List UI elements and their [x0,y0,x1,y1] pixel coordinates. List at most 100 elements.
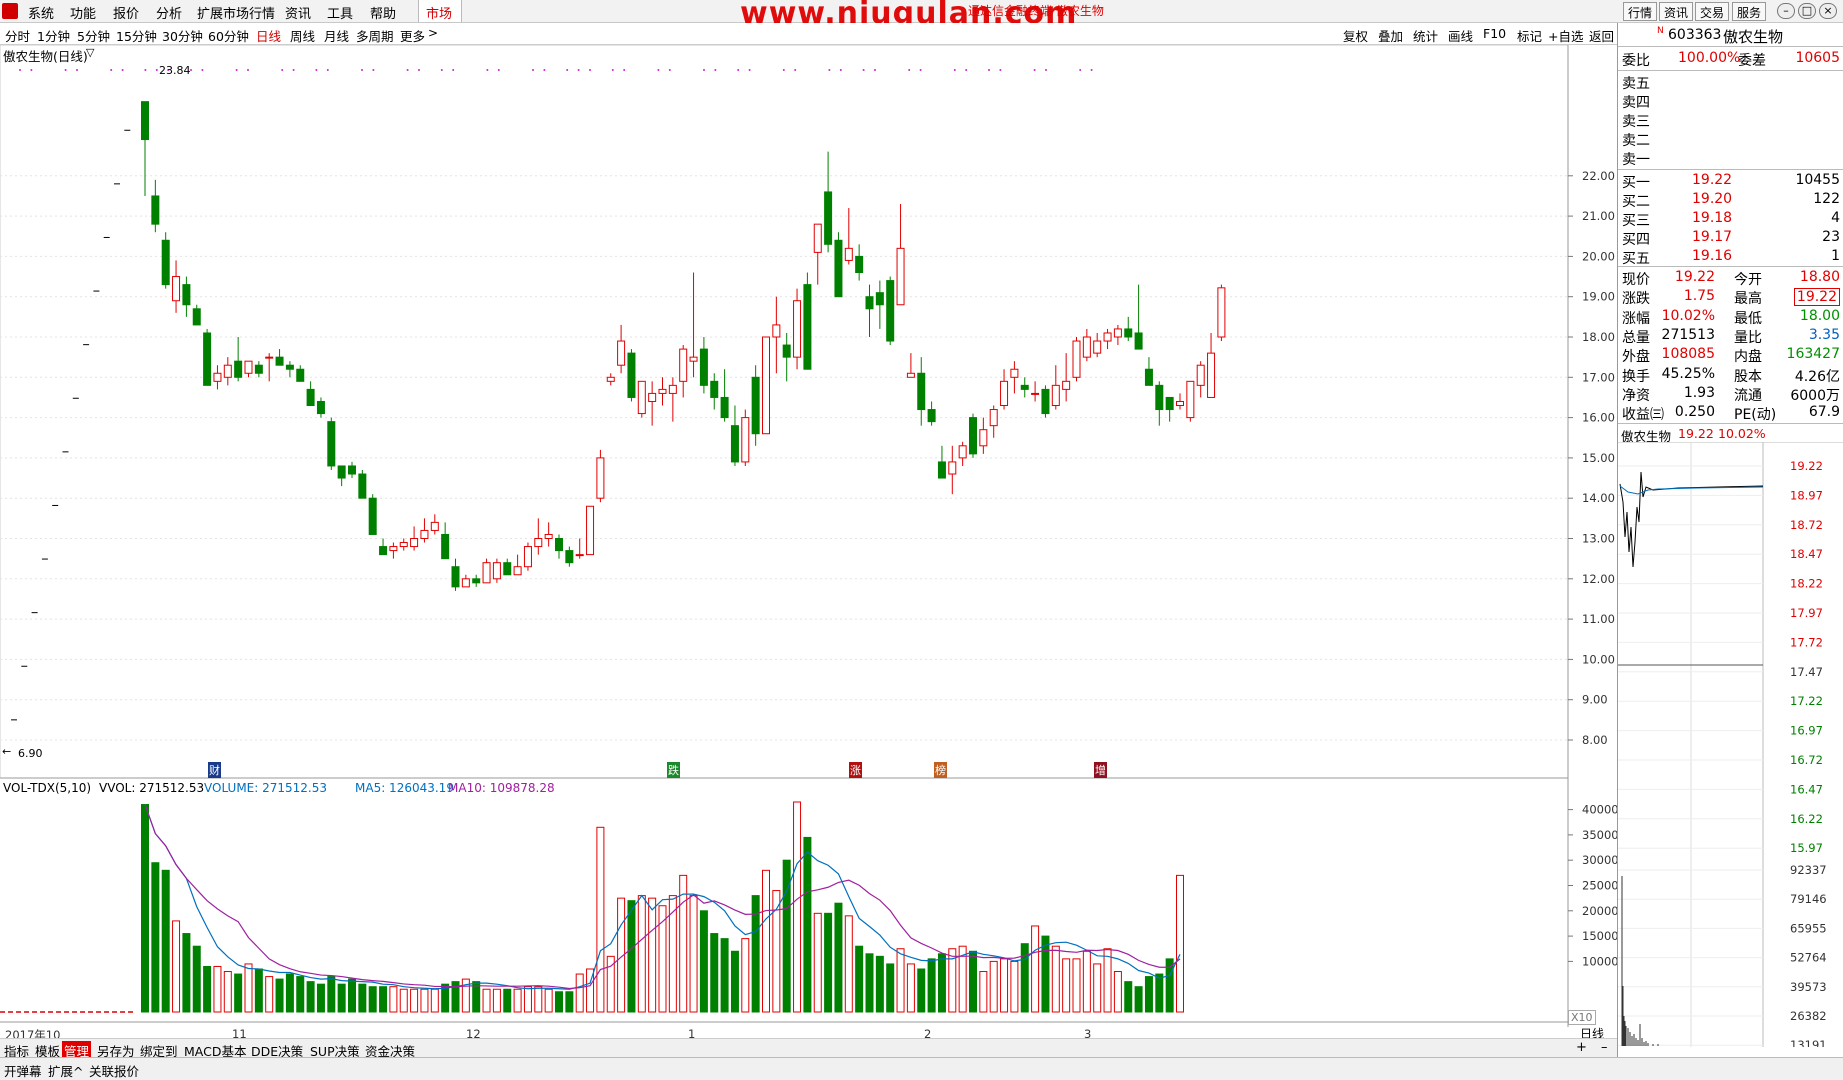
btn-service[interactable]: 服务 [1732,2,1767,21]
period-15min[interactable]: 15分钟 [116,26,157,45]
fn-huaxian[interactable]: 画线 [1448,26,1473,45]
volume-bar [379,986,388,1013]
volume-bar [172,920,181,1013]
buy-row: 买一 19.22 10455 [1622,172,1840,191]
marker-dot [315,69,318,71]
period-weekly[interactable]: 周线 [290,26,315,45]
marker-dot [155,69,158,71]
menu-quote[interactable]: 报价 [113,3,139,22]
chevron-right-icon[interactable]: > [428,26,438,40]
zoom-out-icon[interactable]: – [1601,1040,1608,1055]
volume-bar [627,900,636,1013]
mini-price-tick: 17.22 [1790,694,1823,708]
marker-dot [919,69,922,71]
period-more[interactable]: 更多 [400,26,425,45]
intraday-mini-chart[interactable]: 19.22 18.97 18.72 18.47 18.22 17.97 17.72 17.47… [1618,442,1843,1047]
fn-diejia[interactable]: 叠加 [1378,26,1403,45]
buy-price: 19.20 [1692,191,1733,207]
event-marker-bang[interactable]: 榜 [934,762,947,778]
zoom-in-icon[interactable]: + [1576,1040,1587,1055]
btn-trade[interactable]: 交易 [1695,2,1730,21]
candle-down [441,533,450,560]
candle-down [161,239,170,286]
menu-function[interactable]: 功能 [70,3,96,22]
period-5min[interactable]: 5分钟 [77,26,110,45]
volume-bar [1020,943,1029,1013]
marker-dot [1079,69,1082,71]
candle-up [399,542,408,548]
candle-down [699,348,708,386]
volume-bar [1082,950,1091,1013]
marker-dot [828,69,831,71]
marker-dot [623,69,626,71]
marker-dot [281,69,284,71]
marker-dot [988,69,990,71]
menu-help[interactable]: 帮助 [370,3,396,22]
candle-up [492,562,501,580]
chevron-down-icon[interactable]: ▽ [86,46,94,59]
fn-fanhui[interactable]: 返回 [1589,26,1614,45]
btn-guanlian[interactable]: 关联报价 [89,1061,139,1080]
volume-bar [1093,963,1102,1013]
volume-bar [182,933,191,1013]
menu-tools[interactable]: 工具 [327,3,353,22]
period-daily[interactable]: 日线 [256,26,281,45]
btn-quotes[interactable]: 行情 [1623,2,1658,21]
fn-zixuan[interactable]: +自选 [1548,26,1583,45]
candle-up [1176,400,1184,407]
candle-up [1207,352,1216,398]
period-multi[interactable]: 多周期 [356,26,394,45]
btn-kuozhan[interactable]: 扩展^ [48,1061,83,1080]
menu-analysis[interactable]: 分析 [156,3,182,22]
volume-bar [161,869,170,1013]
candle-up [265,356,274,359]
event-marker-cai[interactable]: 财 [208,762,221,778]
period-1min[interactable]: 1分钟 [37,26,70,45]
menu-news[interactable]: 资讯 [285,3,311,22]
mini-pct: 10.02% [1718,426,1766,441]
candle-down [503,562,512,576]
candle-up [979,429,988,447]
fn-tongji[interactable]: 统计 [1413,26,1438,45]
btn-news[interactable]: 资讯 [1659,2,1694,21]
menu-market[interactable]: 市场 [426,3,452,22]
kline-chart-area[interactable]: 22.00 21.00 20.00 19.00 18.00 17.00 16.00 15.00… [0,45,1617,1042]
candle-down [296,368,305,382]
fn-biaoji[interactable]: 标记 [1517,26,1542,45]
candle-down [337,465,346,479]
event-marker-zeng[interactable]: 增 [1094,762,1107,778]
period-monthly[interactable]: 月线 [324,26,349,45]
fn-f10[interactable]: F10 [1483,26,1506,41]
candle-down [151,195,160,225]
candle-down [834,239,843,298]
period-fenshi[interactable]: 分时 [5,26,30,45]
mini-price-tick: 16.47 [1790,782,1823,796]
marker-dot [999,69,1002,71]
candle-up [1062,380,1071,390]
kline-svg[interactable]: 22.00 21.00 20.00 19.00 18.00 17.00 16.00 15.00… [0,45,1617,1027]
menu-system[interactable]: 系统 [28,3,54,22]
close-icon[interactable]: × [1819,3,1837,19]
menu-ext-market[interactable]: 扩展市场行情 [197,3,275,22]
btn-danmu[interactable]: 开弹幕 [4,1061,42,1080]
fn-fuquan[interactable]: 复权 [1343,26,1368,45]
minimize-icon[interactable]: – [1777,3,1795,19]
marker-dot [235,69,238,71]
event-marker-die[interactable]: 跌 [667,762,680,778]
marker-dot [532,69,534,71]
vol-tick-label: 25000 [1582,878,1617,892]
candle-up [896,247,905,306]
maximize-icon[interactable]: □ [1798,3,1816,19]
volume-bar [544,988,553,1013]
stock-name: 傲农生物 [1723,28,1784,46]
candle-down [1165,396,1174,411]
stat-value: 45.25% [1661,365,1715,382]
sell-label: 卖三 [1622,114,1650,130]
period-30min[interactable]: 30分钟 [162,26,203,45]
event-marker-zhang[interactable]: 涨 [849,762,862,778]
mini-vol-tick: 39573 [1790,980,1827,994]
candle-down [203,332,212,386]
period-60min[interactable]: 60分钟 [208,26,249,45]
candle-down [275,356,284,366]
candle-up [772,324,781,338]
